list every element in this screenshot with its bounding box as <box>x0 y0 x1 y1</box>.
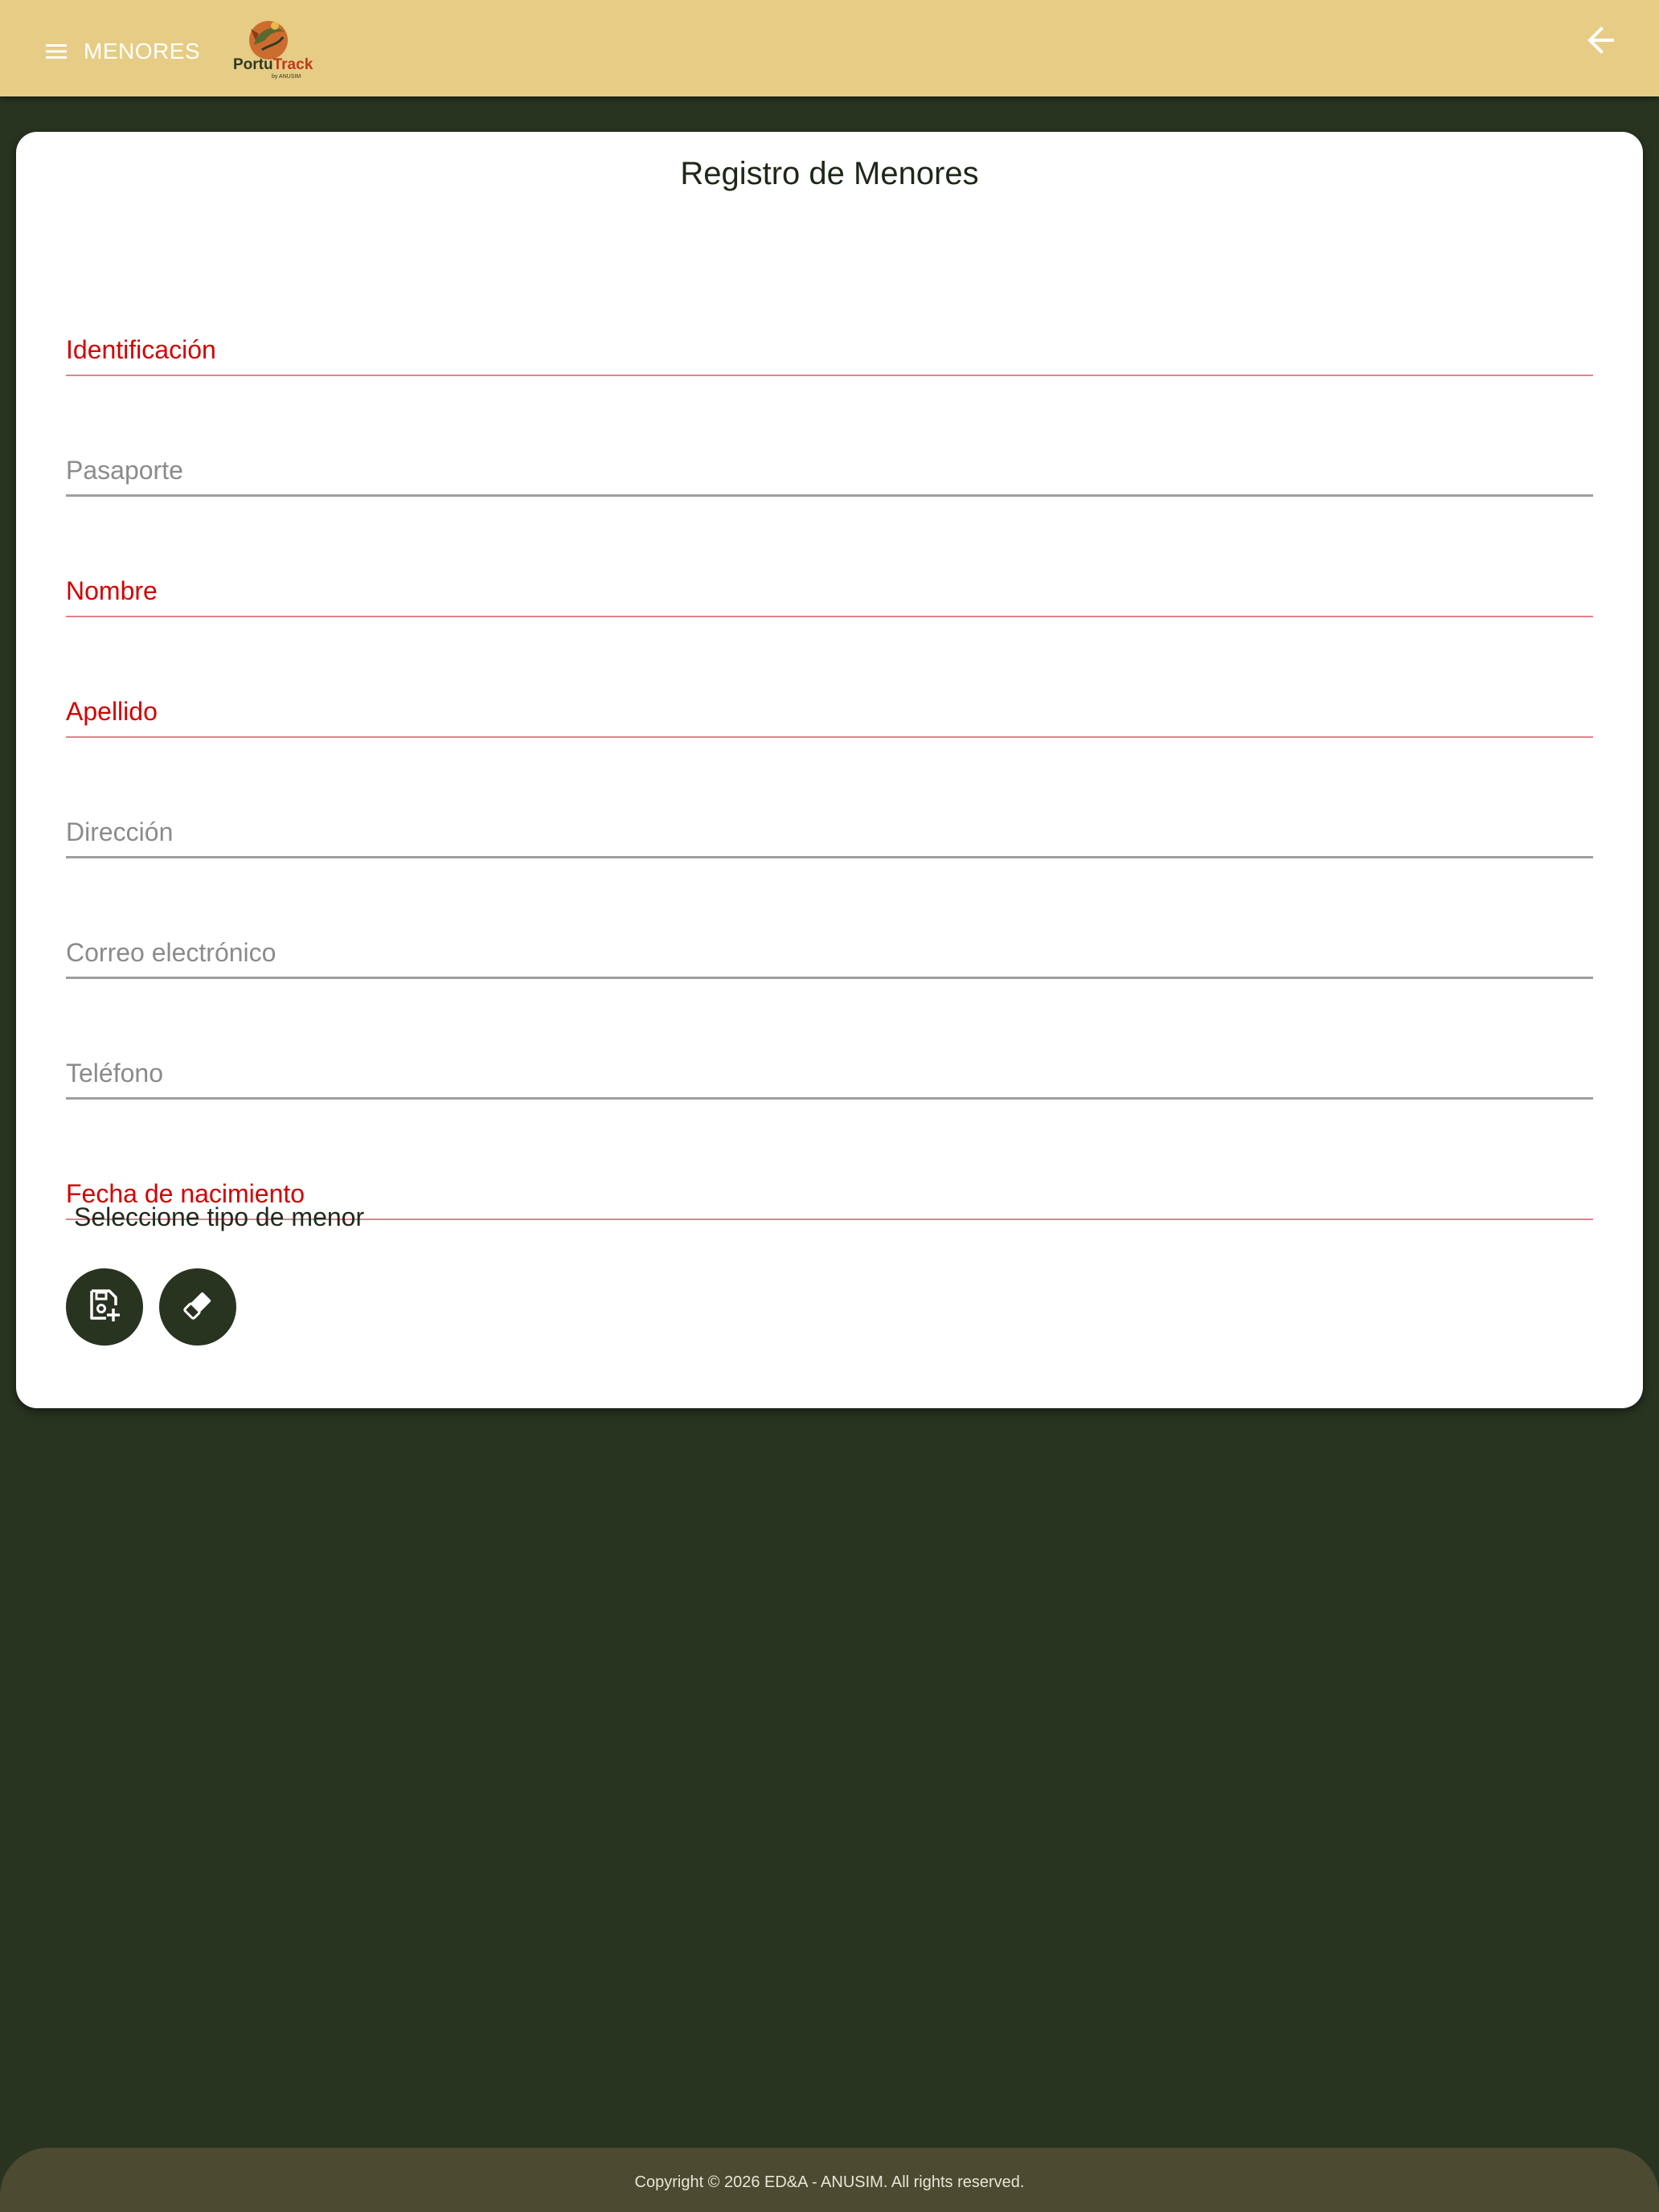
field-underline <box>66 977 1593 979</box>
logo-wordmark: PortuTrack <box>233 56 313 73</box>
pasaporte-input[interactable] <box>66 424 1596 498</box>
telefono-field[interactable]: Teléfono <box>66 1027 1596 1101</box>
correo-field[interactable]: Correo electrónico <box>66 907 1596 981</box>
tipo-menor-select[interactable]: Seleccione tipo de menor <box>74 1202 364 1232</box>
field-underline <box>66 1097 1593 1100</box>
nombre-field[interactable]: Nombre <box>66 545 1596 619</box>
identificacion-field[interactable]: Identificación <box>66 304 1596 378</box>
apellido-field[interactable]: Apellido <box>66 666 1596 739</box>
field-underline <box>66 494 1593 497</box>
hamburger-menu-icon <box>32 23 80 80</box>
telefono-input[interactable] <box>66 1027 1596 1101</box>
direccion-input[interactable] <box>66 786 1596 860</box>
copyright-text: Copyright © 2026 ED&A - ANUSIM. All righ… <box>634 2173 1025 2191</box>
clear-button[interactable] <box>159 1268 236 1346</box>
field-underline <box>66 856 1593 858</box>
correo-input[interactable] <box>66 907 1596 981</box>
apellido-input[interactable] <box>66 666 1596 739</box>
eraser-icon <box>180 1288 215 1327</box>
direccion-field[interactable]: Dirección <box>66 786 1596 860</box>
app-bar: MENORES PortuTrack by ANUSIM <box>0 0 1659 96</box>
identificacion-input[interactable] <box>66 304 1596 378</box>
page-title: Registro de Menores <box>680 156 979 191</box>
field-underline <box>66 375 1593 376</box>
portutrack-logo <box>227 13 315 85</box>
menu-title: MENORES <box>84 39 201 63</box>
back-button[interactable] <box>1572 19 1630 64</box>
logo-subtitle: by ANUSIM <box>272 74 301 80</box>
footer: Copyright © 2026 ED&A - ANUSIM. All righ… <box>0 2148 1659 2212</box>
field-underline <box>66 616 1593 617</box>
save-add-icon <box>87 1288 122 1327</box>
save-button[interactable] <box>66 1268 143 1346</box>
menu-button[interactable]: MENORES <box>32 23 200 80</box>
field-underline <box>66 736 1593 738</box>
nombre-input[interactable] <box>66 545 1596 619</box>
registration-card: Registro de Menores Identificación Pasap… <box>16 132 1643 1408</box>
pasaporte-field[interactable]: Pasaporte <box>66 424 1596 498</box>
arrow-back-icon <box>1585 26 1617 59</box>
